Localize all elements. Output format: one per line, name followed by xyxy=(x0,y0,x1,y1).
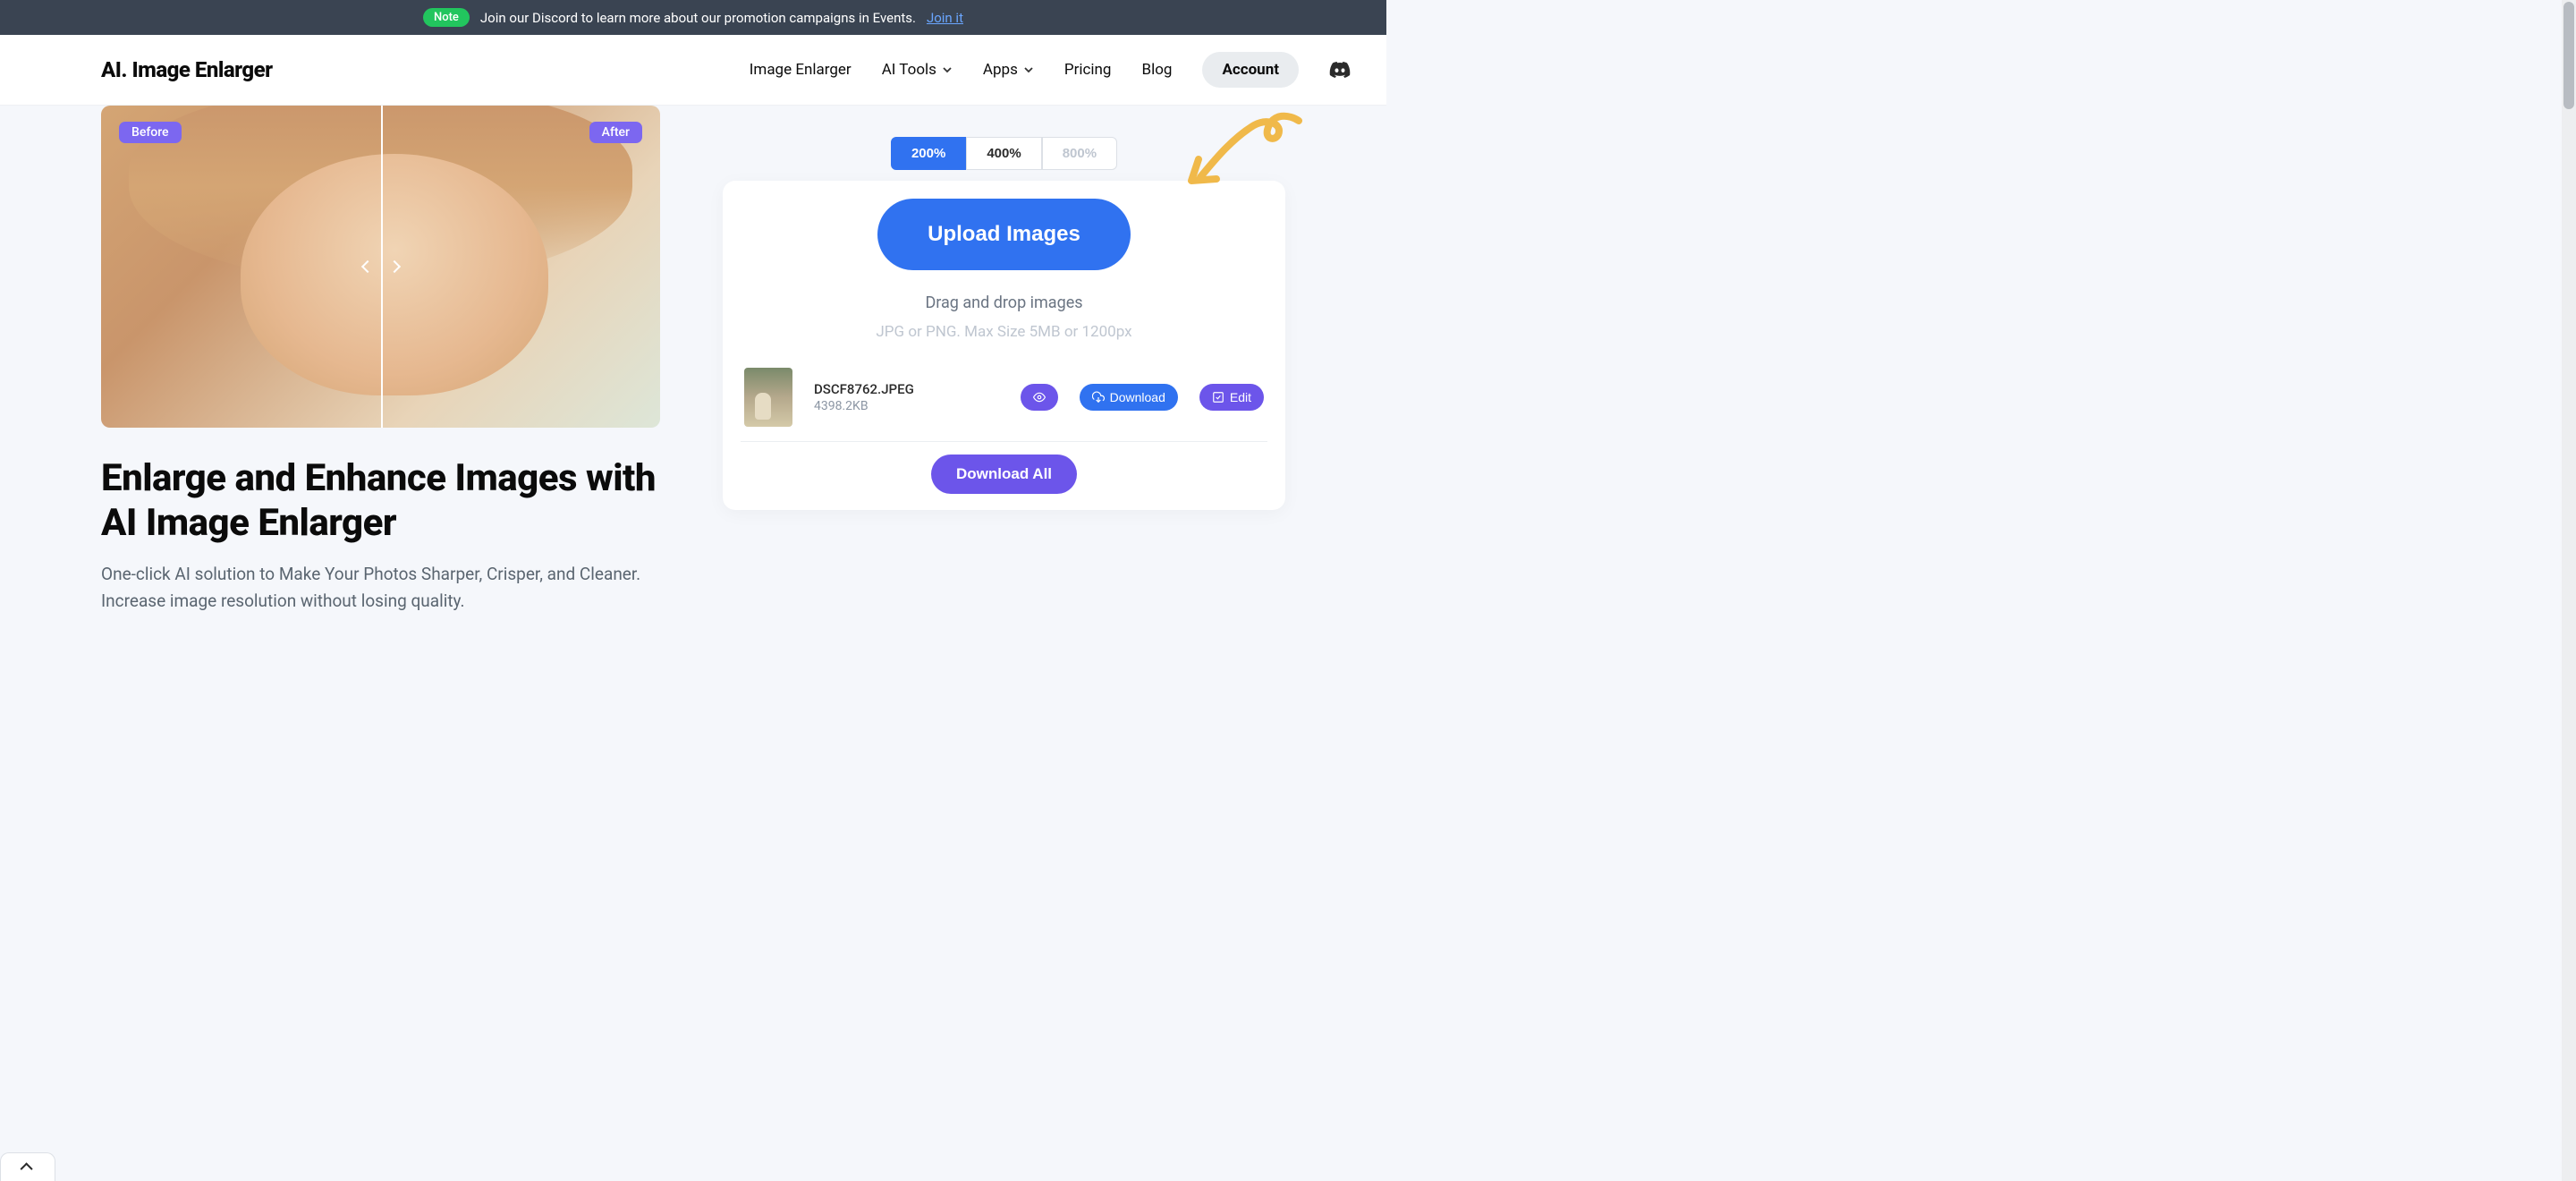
file-thumbnail[interactable] xyxy=(744,368,792,427)
announce-bar: Note Join our Discord to learn more abou… xyxy=(0,0,1386,35)
bottom-drawer-toggle[interactable] xyxy=(0,1152,55,1181)
nav-links: Image Enlarger AI Tools Apps Pricing Blo… xyxy=(750,52,1351,88)
scale-200-button[interactable]: 200% xyxy=(891,137,966,170)
chevron-down-icon xyxy=(942,64,953,75)
announce-link[interactable]: Join it xyxy=(927,10,963,26)
before-tag: Before xyxy=(119,122,182,143)
chevron-up-icon xyxy=(21,1162,33,1175)
cloud-download-icon xyxy=(1092,391,1105,404)
nav-ai-tools[interactable]: AI Tools xyxy=(882,61,953,79)
download-all-button[interactable]: Download All xyxy=(931,455,1077,494)
image-compare[interactable]: Before After xyxy=(101,106,660,428)
after-tag: After xyxy=(589,122,642,143)
note-badge: Note xyxy=(423,8,470,27)
upload-card: Upload Images Drag and drop images JPG o… xyxy=(723,181,1285,510)
left-column: Before After Enlarge and Enhance Images … xyxy=(101,106,660,614)
nav-pricing[interactable]: Pricing xyxy=(1064,61,1112,79)
upload-limits: JPG or PNG. Max Size 5MB or 1200px xyxy=(741,323,1267,341)
file-row: DSCF8762.JPEG 4398.2KB Download Edit xyxy=(741,368,1267,442)
nav-apps[interactable]: Apps xyxy=(983,61,1034,79)
nav-image-enlarger[interactable]: Image Enlarger xyxy=(750,61,852,79)
file-size: 4398.2KB xyxy=(814,399,999,413)
discord-icon[interactable] xyxy=(1329,59,1351,81)
file-name: DSCF8762.JPEG xyxy=(814,381,999,397)
page-title: Enlarge and Enhance Images with AI Image… xyxy=(101,456,660,545)
drag-hint: Drag and drop images xyxy=(741,293,1267,312)
edit-button[interactable]: Edit xyxy=(1199,384,1264,411)
nav-blog[interactable]: Blog xyxy=(1141,61,1172,79)
preview-button[interactable] xyxy=(1021,384,1058,411)
chevron-down-icon xyxy=(1023,64,1034,75)
download-button[interactable]: Download xyxy=(1080,384,1178,411)
upload-button[interactable]: Upload Images xyxy=(877,199,1131,270)
announce-text: Join our Discord to learn more about our… xyxy=(480,10,916,26)
nav-apps-label: Apps xyxy=(983,61,1018,79)
scrollbar-thumb[interactable] xyxy=(2563,2,2574,109)
scale-toggle: 200% 400% 800% xyxy=(723,137,1285,170)
right-column: 200% 400% 800% Upload Images Drag and dr… xyxy=(723,106,1285,614)
scrollbar[interactable] xyxy=(2562,0,2576,1181)
logo[interactable]: AI. Image Enlarger xyxy=(101,57,273,82)
nav-ai-tools-label: AI Tools xyxy=(882,61,936,79)
edit-label: Edit xyxy=(1230,390,1251,404)
navbar: AI. Image Enlarger Image Enlarger AI Too… xyxy=(0,35,1386,106)
eye-icon xyxy=(1033,390,1046,404)
chevron-right-icon xyxy=(387,260,400,273)
account-button[interactable]: Account xyxy=(1202,52,1299,88)
scale-400-button[interactable]: 400% xyxy=(966,137,1041,170)
download-label: Download xyxy=(1110,390,1165,404)
page-subtitle: One-click AI solution to Make Your Photo… xyxy=(101,561,660,614)
edit-icon xyxy=(1212,391,1224,404)
scale-800-button[interactable]: 800% xyxy=(1042,137,1117,170)
main-content: Before After Enlarge and Enhance Images … xyxy=(0,106,1386,614)
chevron-left-icon xyxy=(360,260,373,273)
compare-handle[interactable] xyxy=(361,247,401,286)
file-info: DSCF8762.JPEG 4398.2KB xyxy=(814,381,999,413)
